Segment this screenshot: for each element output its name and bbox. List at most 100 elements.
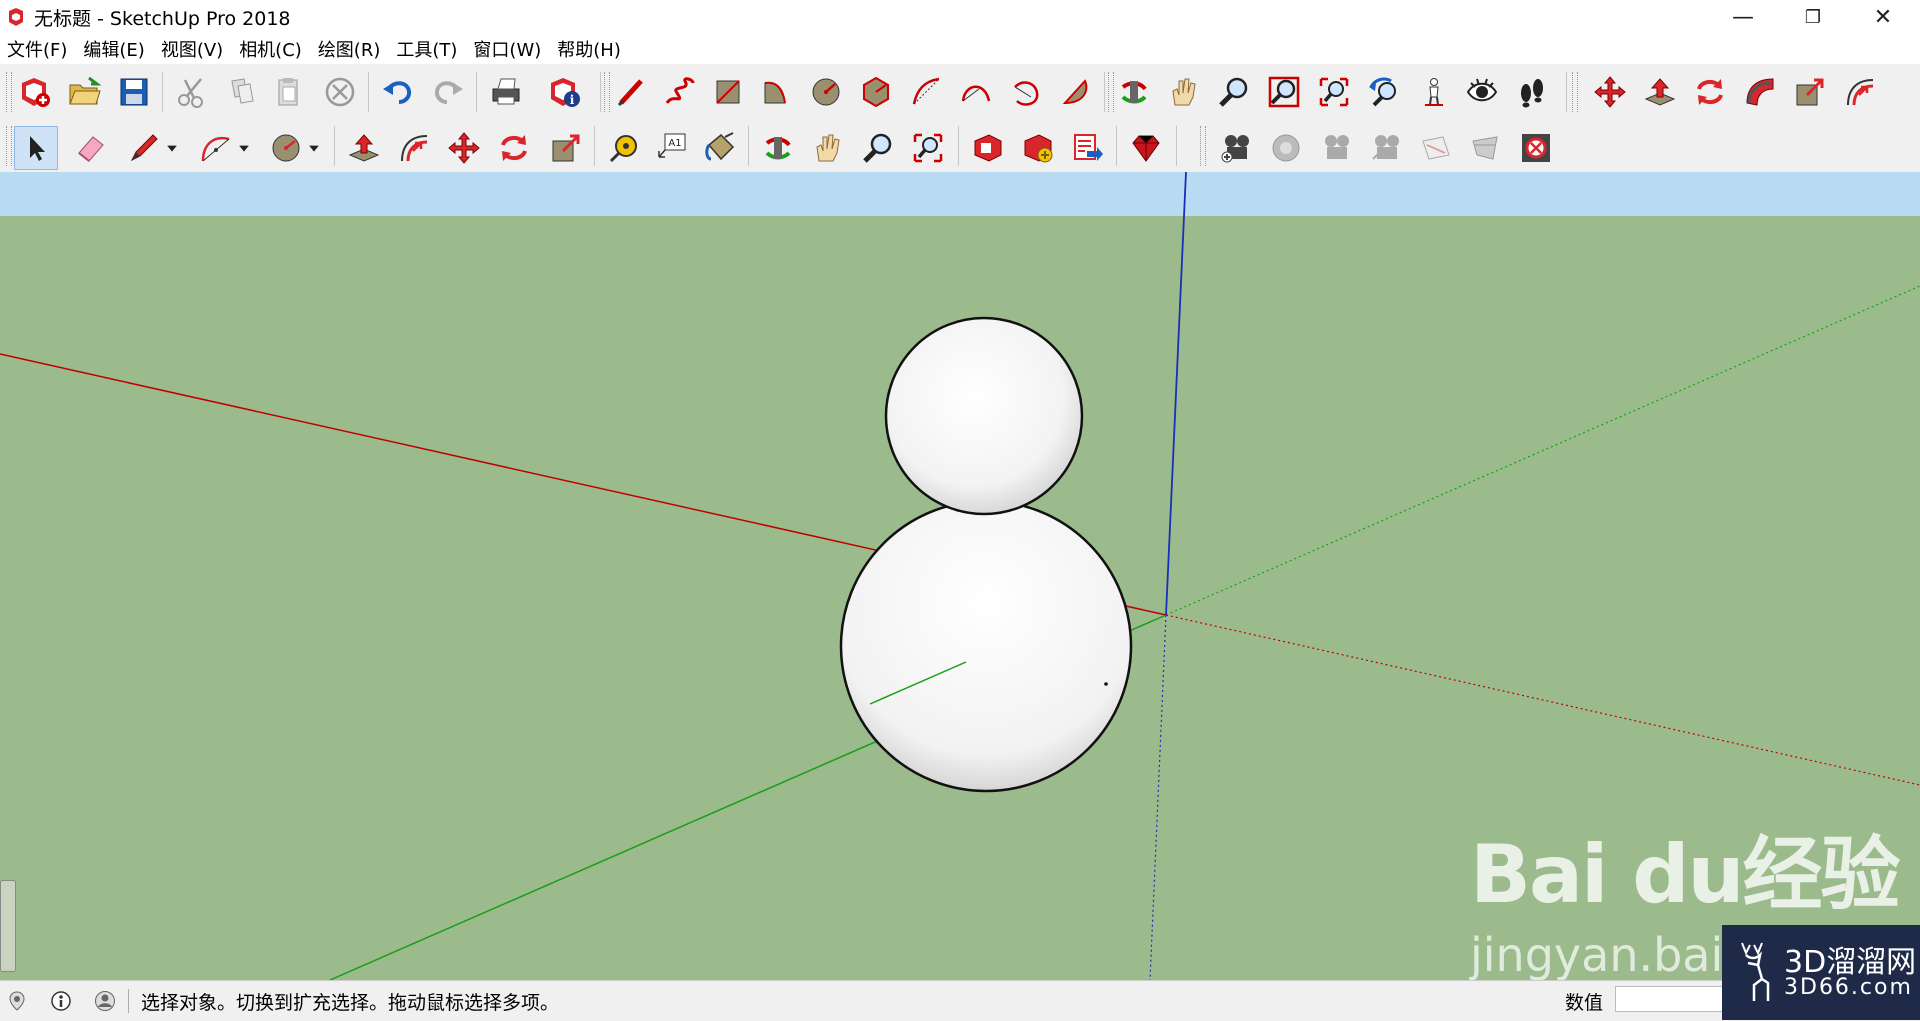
rectangle-icon[interactable] <box>708 72 748 112</box>
sky <box>0 172 1920 216</box>
select-icon[interactable] <box>14 126 58 170</box>
pencil-icon[interactable] <box>124 128 164 168</box>
offset-icon[interactable] <box>1840 72 1880 112</box>
geo-location-icon[interactable] <box>6 990 28 1012</box>
photo-match-icon[interactable] <box>1266 128 1306 168</box>
menu-window[interactable]: 窗口(W) <box>466 36 550 62</box>
tape-measure-icon[interactable] <box>604 128 644 168</box>
extension-warehouse-icon[interactable] <box>1018 128 1058 168</box>
toolbar-grip[interactable] <box>1200 126 1206 166</box>
toolbar-grip[interactable] <box>604 72 610 112</box>
save-icon[interactable] <box>114 72 154 112</box>
section-close-icon[interactable] <box>1516 128 1556 168</box>
open-icon[interactable] <box>64 72 104 112</box>
pan-icon[interactable] <box>1164 72 1204 112</box>
menu-edit[interactable]: 编辑(E) <box>76 36 153 62</box>
model-info-icon[interactable]: i <box>544 72 584 112</box>
sketchup-app-icon <box>9 8 23 26</box>
snowman-top-sphere[interactable] <box>884 316 1084 516</box>
arc-icon[interactable] <box>906 72 946 112</box>
eraser-icon[interactable] <box>70 128 110 168</box>
pie-icon[interactable] <box>1056 72 1096 112</box>
push-pull-icon[interactable] <box>1640 72 1680 112</box>
look-around-icon[interactable] <box>1462 72 1502 112</box>
push-pull-icon-2[interactable] <box>344 128 384 168</box>
paint-bucket-icon[interactable] <box>700 128 740 168</box>
erase-icon[interactable] <box>320 72 360 112</box>
cut-icon[interactable] <box>172 72 212 112</box>
measurements-input[interactable] <box>1615 986 1727 1012</box>
status-message: 选择对象。切换到扩充选择。拖动鼠标选择多项。 <box>141 991 560 1014</box>
two-point-arc-icon[interactable] <box>956 72 996 112</box>
deer-logo-icon <box>1741 942 1770 1001</box>
circle-tool-icon[interactable] <box>266 128 306 168</box>
menu-view[interactable]: 视图(V) <box>154 36 232 62</box>
undo-icon[interactable] <box>378 72 418 112</box>
section-cut-icon[interactable] <box>1466 128 1506 168</box>
menu-file[interactable]: 文件(F) <box>0 36 76 62</box>
circle-icon[interactable] <box>806 72 846 112</box>
rotated-rectangle-icon[interactable] <box>756 72 796 112</box>
scale-icon[interactable] <box>1790 72 1830 112</box>
walk-icon[interactable] <box>1512 72 1552 112</box>
move-icon-2[interactable] <box>444 128 484 168</box>
circle-dropdown-icon[interactable] <box>304 128 324 168</box>
rotate-icon-2[interactable] <box>494 128 534 168</box>
toolbar-grip[interactable] <box>1572 72 1578 112</box>
position-camera-icon[interactable] <box>1414 72 1454 112</box>
zoom-icon[interactable] <box>1214 72 1254 112</box>
restore-button[interactable]: ❐ <box>1785 0 1841 34</box>
zoom-extents-icon[interactable] <box>1314 72 1354 112</box>
panel-scroll-handle[interactable] <box>0 880 16 972</box>
menu-tools[interactable]: 工具(T) <box>389 36 466 62</box>
redo-icon[interactable] <box>428 72 468 112</box>
menu-help[interactable]: 帮助(H) <box>550 36 630 62</box>
paste-icon[interactable] <box>268 72 308 112</box>
3d66-logo: 3D溜溜网 3D66.com <box>1722 925 1920 1020</box>
zoom-icon-2[interactable] <box>858 128 898 168</box>
scale-icon-2[interactable] <box>546 128 586 168</box>
section-plane-icon[interactable] <box>1416 128 1456 168</box>
follow-me-icon[interactable] <box>1740 72 1780 112</box>
arc-dropdown-icon[interactable] <box>234 128 254 168</box>
camera-icon[interactable] <box>1316 128 1356 168</box>
line-icon[interactable] <box>612 72 652 112</box>
menu-camera[interactable]: 相机(C) <box>232 36 311 62</box>
polygon-icon[interactable] <box>856 72 896 112</box>
menu-bar: 文件(F) 编辑(E) 视图(V) 相机(C) 绘图(R) 工具(T) 窗口(W… <box>0 34 1920 64</box>
toolbar-row-2: A1 <box>0 120 1920 173</box>
toolbar-grip[interactable] <box>6 72 12 112</box>
print-icon[interactable] <box>486 72 526 112</box>
toolbar-grip[interactable] <box>6 126 12 166</box>
layout-send-icon[interactable] <box>1068 128 1108 168</box>
add-scene-icon[interactable] <box>1216 128 1256 168</box>
3d-warehouse-icon[interactable] <box>968 128 1008 168</box>
measurements-label: 数值 <box>1565 992 1604 1014</box>
copy-icon[interactable] <box>222 72 262 112</box>
follow-me-icon-2[interactable] <box>394 128 434 168</box>
pan-icon-2[interactable] <box>808 128 848 168</box>
ruby-icon[interactable] <box>1126 128 1166 168</box>
camera-icon-2[interactable] <box>1366 128 1406 168</box>
text-icon[interactable]: A1 <box>652 128 692 168</box>
arc-tool-icon[interactable] <box>196 128 236 168</box>
previous-view-icon[interactable] <box>1364 72 1404 112</box>
new-icon[interactable] <box>14 72 54 112</box>
orbit-icon-2[interactable] <box>758 128 798 168</box>
cursor-dot <box>1104 682 1108 686</box>
credits-icon[interactable] <box>50 990 72 1012</box>
zoom-window-icon[interactable] <box>1264 72 1304 112</box>
freehand-icon[interactable] <box>660 72 700 112</box>
close-button[interactable]: ✕ <box>1855 0 1911 34</box>
three-point-arc-icon[interactable] <box>1006 72 1046 112</box>
user-account-icon[interactable] <box>94 990 116 1012</box>
snowman-bottom-sphere[interactable] <box>839 499 1133 793</box>
rotate-icon[interactable] <box>1690 72 1730 112</box>
menu-draw[interactable]: 绘图(R) <box>311 36 390 62</box>
orbit-icon[interactable] <box>1114 72 1154 112</box>
move-icon[interactable] <box>1590 72 1630 112</box>
baidu-watermark: Bai du经验 jingyan.baidu <box>1470 810 1900 982</box>
minimize-button[interactable]: — <box>1715 0 1771 34</box>
zoom-extents-icon-2[interactable] <box>908 128 948 168</box>
pencil-dropdown-icon[interactable] <box>162 128 182 168</box>
